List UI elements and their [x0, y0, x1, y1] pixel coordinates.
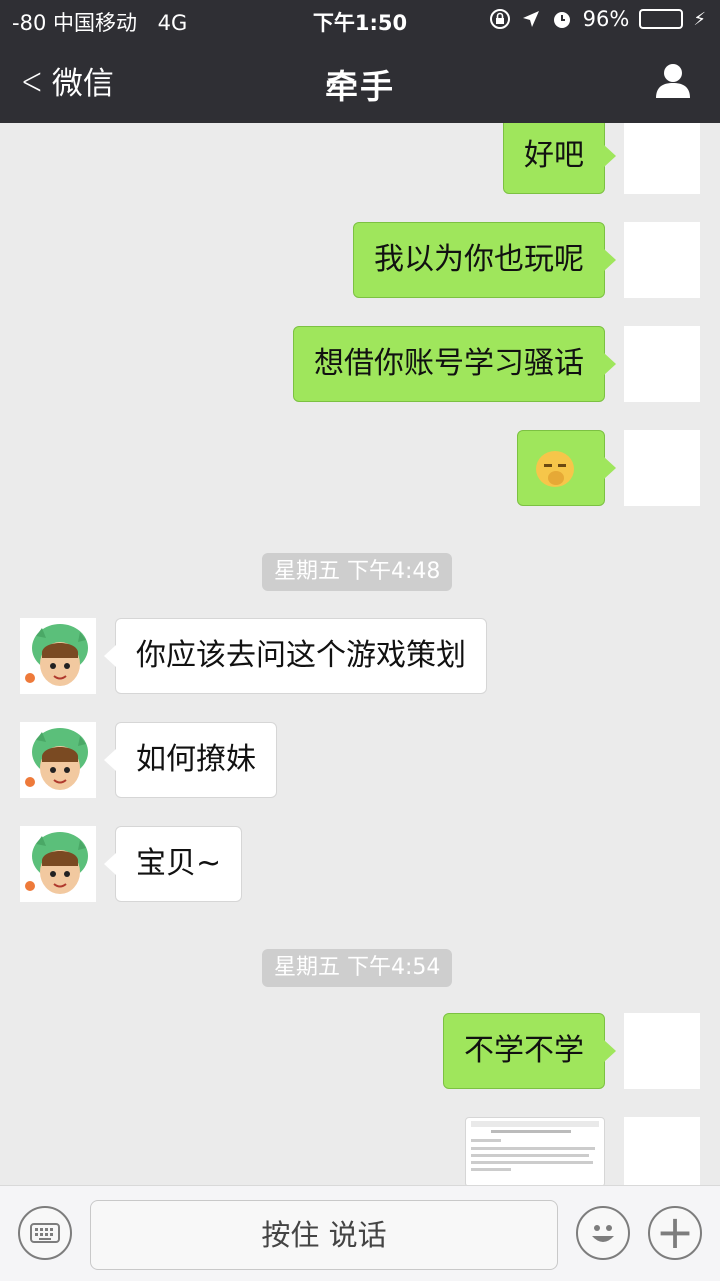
- message-list[interactable]: 好吧 我以为你也玩呢 想借你账号学习骚话 星期五 下午4:48 你应该去问这个游…: [0, 123, 720, 1185]
- thumbnail-lines: [471, 1121, 599, 1171]
- charging-bolt-icon: ⚡: [693, 8, 706, 30]
- keyboard-toggle-button[interactable]: [18, 1206, 72, 1260]
- alarm-icon: [553, 12, 570, 28]
- dinosaur-avatar-icon: [25, 728, 88, 790]
- peer-avatar[interactable]: [20, 826, 96, 902]
- dinosaur-avatar-icon: [25, 832, 88, 894]
- message-row: [0, 430, 720, 506]
- message-row: 好吧: [0, 123, 720, 194]
- navigation-bar: < 微信 牵手: [0, 40, 720, 123]
- emoji-hand: [548, 471, 564, 485]
- keyboard-icon: [30, 1223, 60, 1243]
- my-avatar[interactable]: [624, 123, 700, 194]
- my-message-bubble[interactable]: 不学不学: [443, 1013, 616, 1089]
- timestamp: 星期五 下午4:48: [262, 553, 453, 591]
- orientation-lock-icon: [489, 9, 510, 29]
- peer-avatar[interactable]: [20, 722, 96, 798]
- plus-icon: +: [655, 1205, 695, 1259]
- my-message-bubble[interactable]: 我以为你也玩呢: [353, 222, 616, 298]
- message-row: 想借你账号学习骚话: [0, 326, 720, 402]
- screenshot-thumbnail[interactable]: [465, 1117, 605, 1185]
- hold-to-talk-button[interactable]: 按住 说话: [90, 1200, 558, 1270]
- my-avatar[interactable]: [624, 1117, 700, 1185]
- message-row: 不学不学: [0, 1013, 720, 1089]
- message-row: [0, 1117, 720, 1185]
- top-bar: -80 中国移动 4G 下午1:50 96% ⚡ < 微信 牵手: [0, 0, 720, 123]
- my-message-bubble[interactable]: 好吧: [503, 123, 616, 194]
- status-bar: -80 中国移动 4G 下午1:50 96% ⚡: [0, 0, 720, 40]
- status-right: 96% ⚡: [489, 7, 706, 31]
- my-avatar[interactable]: [624, 430, 700, 506]
- peer-message-bubble[interactable]: 你应该去问这个游戏策划: [104, 618, 487, 694]
- input-bar: 按住 说话 +: [0, 1185, 720, 1281]
- message-row: 你应该去问这个游戏策划: [0, 618, 720, 694]
- chat-title: 牵手: [325, 67, 395, 106]
- smiley-icon: [592, 1225, 614, 1242]
- dinosaur-avatar-icon: [25, 624, 88, 686]
- timestamp: 星期五 下午4:54: [262, 949, 453, 987]
- message-row: 宝贝~: [0, 826, 720, 902]
- my-avatar[interactable]: [624, 1013, 700, 1089]
- peer-message-bubble[interactable]: 如何撩妹: [104, 722, 277, 798]
- emoji-message-bubble[interactable]: [517, 430, 616, 506]
- battery-percent: 96%: [582, 7, 630, 31]
- peer-avatar[interactable]: [20, 618, 96, 694]
- person-icon: [656, 64, 690, 98]
- location-arrow-icon: [522, 11, 539, 27]
- battery-icon: [639, 9, 684, 29]
- emoji-button[interactable]: [576, 1206, 630, 1260]
- more-options-button[interactable]: +: [648, 1206, 702, 1260]
- my-message-bubble[interactable]: 想借你账号学习骚话: [293, 326, 616, 402]
- my-avatar[interactable]: [624, 222, 700, 298]
- message-row: 如何撩妹: [0, 722, 720, 798]
- contact-profile-button[interactable]: [654, 62, 692, 100]
- message-row: 我以为你也玩呢: [0, 222, 720, 298]
- peer-message-bubble[interactable]: 宝贝~: [103, 826, 243, 902]
- my-avatar[interactable]: [624, 326, 700, 402]
